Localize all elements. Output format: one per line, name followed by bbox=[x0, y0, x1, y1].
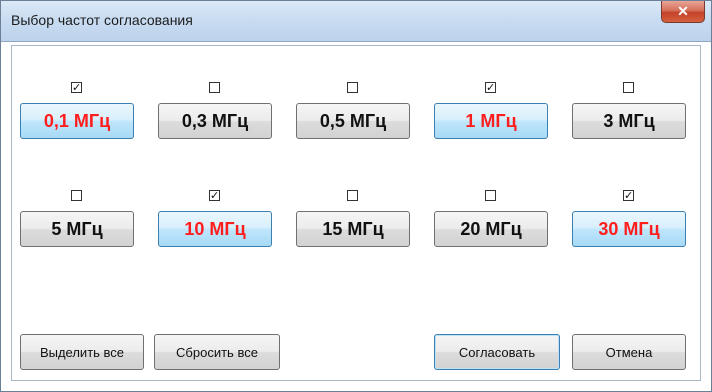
freq-button-8[interactable]: 20 МГц bbox=[434, 211, 548, 247]
freq-button-5[interactable]: 5 МГц bbox=[20, 211, 134, 247]
freq-cell-3: ✓ 1 МГц bbox=[434, 82, 548, 150]
freq-checkbox-2[interactable] bbox=[347, 82, 358, 93]
freq-cell-4: 3 МГц bbox=[572, 82, 686, 150]
select-all-button[interactable]: Выделить все bbox=[20, 334, 144, 370]
freq-checkbox-9[interactable]: ✓ bbox=[623, 190, 634, 201]
freq-cell-5: 5 МГц bbox=[20, 190, 134, 258]
freq-checkbox-1[interactable] bbox=[209, 82, 220, 93]
reset-all-button[interactable]: Сбросить все bbox=[154, 334, 280, 370]
freq-button-1[interactable]: 0,3 МГц bbox=[158, 103, 272, 139]
match-button[interactable]: Согласовать bbox=[434, 334, 560, 370]
freq-cell-9: ✓ 30 МГц bbox=[572, 190, 686, 258]
freq-button-0[interactable]: 0,1 МГц bbox=[20, 103, 134, 139]
dialog-body: ✓ 0,1 МГц 0,3 МГц 0,5 МГц ✓ 1 МГц 3 МГц … bbox=[11, 45, 701, 381]
freq-checkbox-8[interactable] bbox=[485, 190, 496, 201]
freq-checkbox-3[interactable]: ✓ bbox=[485, 82, 496, 93]
freq-checkbox-4[interactable] bbox=[623, 82, 634, 93]
title-bar[interactable]: Выбор частот согласования ✕ bbox=[1, 1, 711, 42]
freq-checkbox-5[interactable] bbox=[71, 190, 82, 201]
freq-button-3[interactable]: 1 МГц bbox=[434, 103, 548, 139]
cancel-button[interactable]: Отмена bbox=[572, 334, 686, 370]
freq-cell-7: 15 МГц bbox=[296, 190, 410, 258]
freq-checkbox-7[interactable] bbox=[347, 190, 358, 201]
freq-cell-6: ✓ 10 МГц bbox=[158, 190, 272, 258]
freq-cell-8: 20 МГц bbox=[434, 190, 548, 258]
close-button[interactable]: ✕ bbox=[661, 1, 705, 23]
freq-checkbox-0[interactable]: ✓ bbox=[71, 82, 82, 93]
freq-button-4[interactable]: 3 МГц bbox=[572, 103, 686, 139]
freq-cell-0: ✓ 0,1 МГц bbox=[20, 82, 134, 150]
close-icon: ✕ bbox=[677, 3, 689, 19]
freq-cell-1: 0,3 МГц bbox=[158, 82, 272, 150]
freq-button-2[interactable]: 0,5 МГц bbox=[296, 103, 410, 139]
window-title: Выбор частот согласования bbox=[11, 12, 193, 28]
dialog-window: Выбор частот согласования ✕ ✓ 0,1 МГц 0,… bbox=[0, 0, 712, 392]
freq-checkbox-6[interactable]: ✓ bbox=[209, 190, 220, 201]
freq-button-6[interactable]: 10 МГц bbox=[158, 211, 272, 247]
freq-cell-2: 0,5 МГц bbox=[296, 82, 410, 150]
freq-button-7[interactable]: 15 МГц bbox=[296, 211, 410, 247]
freq-button-9[interactable]: 30 МГц bbox=[572, 211, 686, 247]
